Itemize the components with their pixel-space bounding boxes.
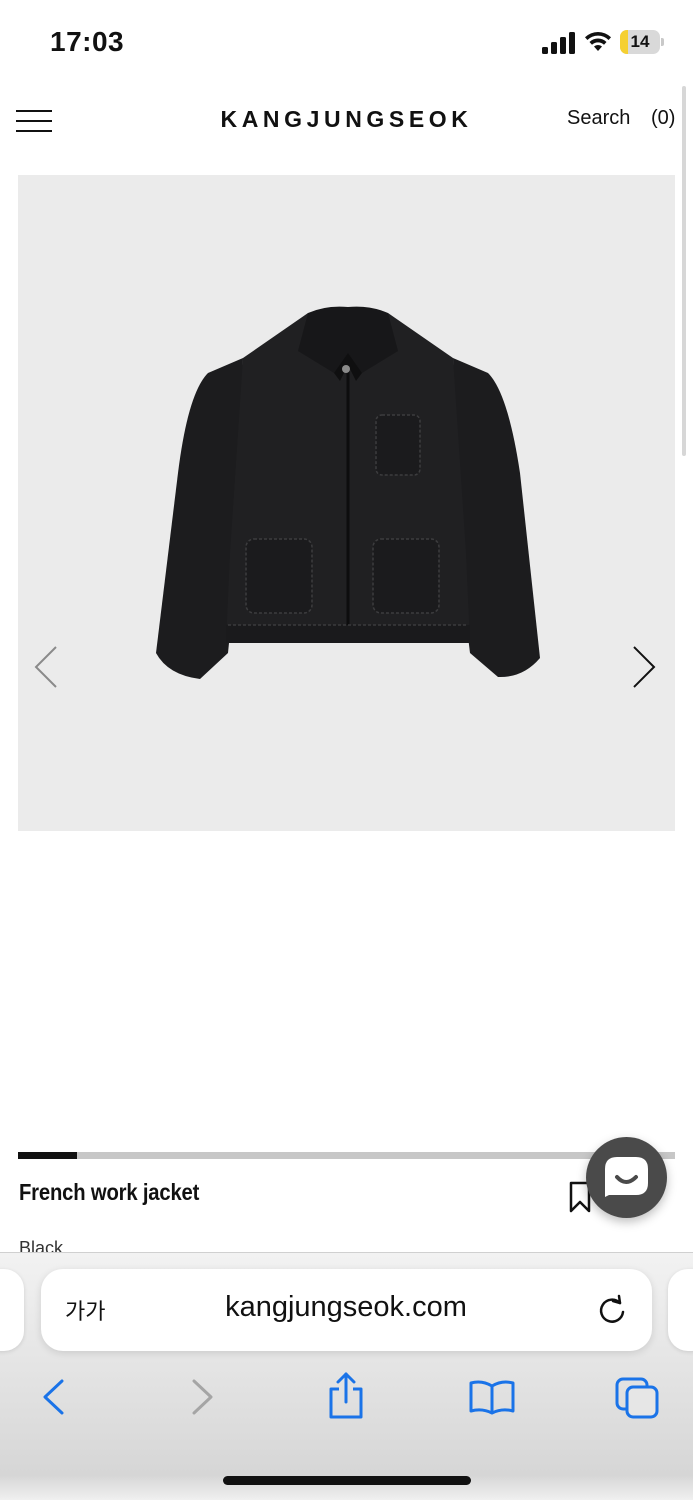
status-bar: 17:03 14 [0, 0, 693, 86]
previous-tab-preview[interactable] [0, 1269, 24, 1351]
product-title: French work jacket [19, 1179, 200, 1205]
battery-level: 14 [630, 32, 650, 51]
chat-button[interactable] [586, 1137, 667, 1218]
cart-link[interactable]: (0) [651, 107, 675, 130]
browser-toolbar: 가가 kangjungseok.com [0, 1252, 693, 1500]
forward-icon[interactable] [190, 1379, 216, 1415]
battery-tip [661, 38, 664, 46]
status-time: 17:03 [50, 26, 125, 57]
product-gallery[interactable] [18, 175, 675, 831]
gallery-progress-fill [18, 1152, 78, 1159]
home-indicator[interactable] [223, 1476, 471, 1485]
tabs-icon[interactable] [615, 1377, 659, 1419]
search-link[interactable]: Search [567, 107, 630, 130]
back-icon[interactable] [40, 1379, 66, 1415]
url-text[interactable]: kangjungseok.com [131, 1291, 561, 1324]
address-bar[interactable]: 가가 kangjungseok.com [41, 1269, 652, 1351]
text-size-button[interactable]: 가가 [65, 1294, 105, 1326]
chat-bubble-icon [605, 1157, 648, 1197]
next-tab-preview[interactable] [668, 1269, 693, 1351]
battery-body: 14 [620, 30, 660, 54]
site-header: KANGJUNGSEOK Search (0) [0, 86, 693, 156]
hamburger-menu-icon[interactable] [16, 109, 52, 133]
gallery-progress-bar [18, 1152, 675, 1159]
bookmarks-icon[interactable] [468, 1379, 516, 1415]
battery-icon: 14 [620, 30, 664, 54]
share-icon[interactable] [327, 1371, 365, 1419]
chevron-left-icon[interactable] [32, 645, 62, 689]
chevron-right-icon[interactable] [628, 645, 658, 689]
page-scrollbar[interactable] [682, 86, 686, 456]
jacket-photo [156, 306, 540, 679]
reload-icon[interactable] [596, 1293, 628, 1327]
product-color: Black [19, 1238, 64, 1252]
cellular-signal-icon [542, 32, 575, 54]
wifi-icon [585, 31, 611, 51]
brand-logo[interactable]: KANGJUNGSEOK [200, 106, 493, 133]
